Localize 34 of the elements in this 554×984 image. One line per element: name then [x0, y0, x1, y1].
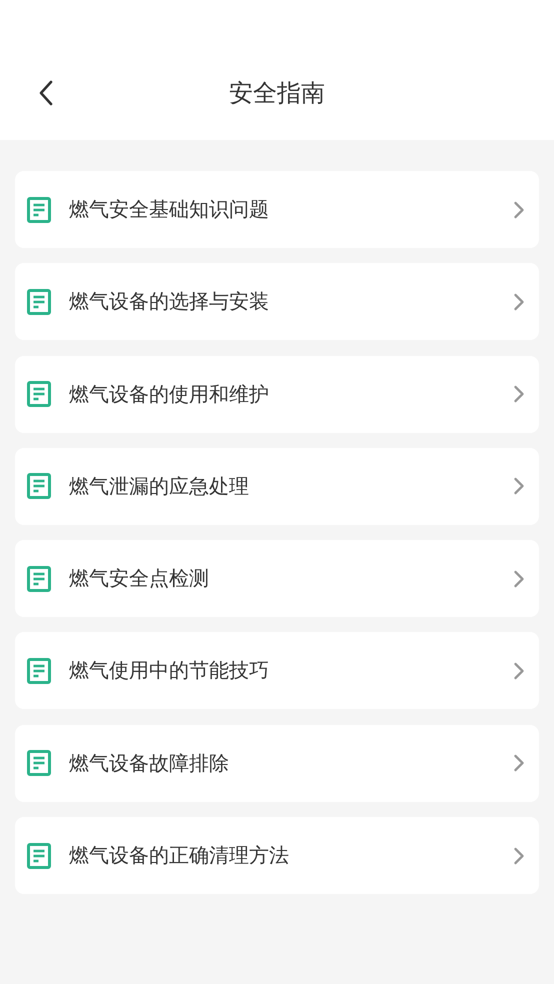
item-label: 燃气设备的正确清理方法	[69, 842, 290, 870]
document-icon	[27, 566, 51, 592]
item-label: 燃气安全基础知识问题	[69, 196, 270, 223]
item-label: 燃气泄漏的应急处理	[69, 472, 250, 500]
chevron-right-icon	[513, 384, 525, 404]
guide-list-item[interactable]: 燃气设备故障排除	[15, 724, 539, 802]
guide-list-item[interactable]: 燃气设备的正确清理方法	[15, 817, 539, 894]
chevron-right-icon	[513, 476, 525, 496]
item-label: 燃气设备的选择与安装	[69, 288, 270, 316]
guide-list-item[interactable]: 燃气使用中的节能技巧	[15, 632, 539, 710]
chevron-right-icon	[513, 660, 525, 681]
document-icon	[27, 842, 51, 869]
chevron-right-icon	[513, 568, 525, 589]
guide-list-item[interactable]: 燃气泄漏的应急处理	[15, 448, 539, 525]
guide-list-item[interactable]: 燃气设备的使用和维护	[15, 356, 539, 433]
guide-list-item[interactable]: 燃气安全基础知识问题	[15, 171, 539, 248]
chevron-right-icon	[513, 753, 525, 774]
item-label: 燃气设备的使用和维护	[69, 380, 270, 408]
chevron-right-icon	[513, 200, 525, 220]
document-icon	[27, 658, 51, 684]
item-label: 燃气设备故障排除	[69, 750, 230, 777]
chevron-right-icon	[513, 846, 525, 866]
document-icon	[27, 288, 51, 315]
item-label: 燃气安全点检测	[69, 565, 210, 592]
item-label: 燃气使用中的节能技巧	[69, 657, 270, 684]
document-icon	[27, 473, 51, 500]
page-title: 安全指南	[229, 78, 325, 109]
back-icon	[37, 80, 55, 106]
guide-list-item[interactable]: 燃气设备的选择与安装	[15, 263, 539, 340]
document-icon	[27, 381, 51, 408]
chevron-right-icon	[513, 292, 525, 312]
guide-list-item[interactable]: 燃气安全点检测	[15, 540, 539, 618]
document-icon	[27, 196, 51, 222]
document-icon	[27, 750, 51, 776]
